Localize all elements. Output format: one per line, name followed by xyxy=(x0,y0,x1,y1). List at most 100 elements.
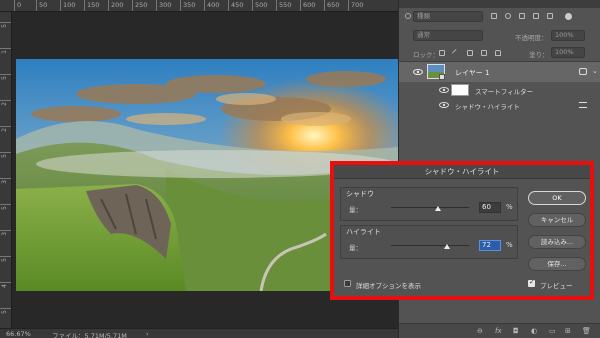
smart-filter-row[interactable]: スマートフィルター xyxy=(399,82,600,98)
show-more-options-label[interactable]: 詳細オプションを表示 xyxy=(356,280,421,290)
horizontal-ruler[interactable]: 0 50 100 150 200 250 300 350 400 450 500… xyxy=(0,0,398,12)
filter-kind-select[interactable]: 種類 xyxy=(413,11,483,22)
shadows-amount-input[interactable]: 60 xyxy=(479,202,501,213)
status-bar: 66.67% ファイル：5.71M/5.71M › xyxy=(0,328,398,338)
new-layer-icon[interactable]: ⊞ xyxy=(565,327,571,335)
ruler-tick: 2 xyxy=(0,126,11,132)
ruler-tick: 100 xyxy=(60,0,75,11)
vertical-ruler[interactable]: 5 1 5 2 2 5 3 5 3 5 4 5 xyxy=(0,12,12,328)
panel-tab-bar[interactable] xyxy=(399,0,600,8)
load-button[interactable]: 読み込み... xyxy=(528,235,586,249)
ruler-tick: 3 xyxy=(0,230,11,236)
type-filter-icon[interactable] xyxy=(519,13,525,19)
shadows-slider-thumb[interactable] xyxy=(434,206,441,211)
fill-label: 塗り： xyxy=(529,51,549,59)
opacity-label: 不透明度： xyxy=(515,34,548,42)
lock-transparency-icon[interactable] xyxy=(439,50,445,56)
lock-all-icon[interactable] xyxy=(495,50,501,56)
shape-filter-icon[interactable] xyxy=(533,13,539,19)
ruler-tick: 5 xyxy=(0,74,11,80)
save-button[interactable]: 保存... xyxy=(528,257,586,271)
ruler-tick: 5 xyxy=(0,256,11,262)
highlights-amount-slider[interactable] xyxy=(391,245,469,246)
smart-filter-label: スマートフィルター xyxy=(475,88,534,96)
filter-toggle-icon[interactable] xyxy=(565,13,572,20)
smart-filter-toggle-icon[interactable] xyxy=(579,68,587,75)
shadows-amount-label: 量： xyxy=(349,206,362,214)
cancel-button[interactable]: キャンセル xyxy=(528,213,586,227)
filter-effect-row[interactable]: シャドウ・ハイライト xyxy=(399,98,600,112)
eye-icon[interactable] xyxy=(413,69,423,75)
layer-row-layer-1[interactable]: レイヤー 1 ⌄ xyxy=(399,62,600,82)
lock-artboard-icon[interactable] xyxy=(481,50,487,56)
smart-filter-mask-thumbnail[interactable] xyxy=(451,84,469,96)
status-menu-arrow[interactable]: › xyxy=(146,330,149,338)
ok-button[interactable]: OK xyxy=(528,191,586,205)
fx-icon[interactable]: fx xyxy=(495,327,502,335)
ruler-tick: 2 xyxy=(0,100,11,106)
link-layers-icon[interactable]: ⊖ xyxy=(477,327,483,335)
ruler-tick: 350 xyxy=(180,0,195,11)
shadows-label: シャドウ xyxy=(346,190,374,198)
layer-name[interactable]: レイヤー 1 xyxy=(455,68,489,78)
shadows-group: シャドウ 量： 60 % xyxy=(340,187,518,221)
lock-label: ロック： xyxy=(413,51,439,59)
new-group-icon[interactable]: ▭ xyxy=(549,327,556,335)
ruler-tick: 150 xyxy=(84,0,99,11)
preview-label[interactable]: プレビュー xyxy=(540,280,573,290)
ruler-tick: 400 xyxy=(204,0,219,11)
blend-row: 通常 不透明度： 100% xyxy=(399,29,600,43)
highlights-slider-thumb[interactable] xyxy=(444,244,451,249)
lock-pixels-brush-icon[interactable] xyxy=(451,48,461,58)
opacity-field[interactable]: 100% xyxy=(551,30,585,41)
smart-object-filter-icon[interactable] xyxy=(547,13,553,19)
ruler-tick: 5 xyxy=(0,308,11,314)
layer-filter-row: 種類 xyxy=(399,10,600,26)
ruler-tick: 50 xyxy=(36,0,47,11)
trash-icon[interactable]: 🗑 xyxy=(582,327,591,335)
show-more-options-checkbox[interactable] xyxy=(344,280,351,287)
blend-mode-select[interactable]: 通常 xyxy=(413,30,483,41)
lock-row: ロック： 塗り： 100% xyxy=(399,46,600,60)
ruler-tick: 1 xyxy=(0,48,11,54)
smart-object-badge-icon xyxy=(439,74,445,80)
ruler-tick: 700 xyxy=(348,0,363,11)
image-filter-icon[interactable] xyxy=(491,13,497,19)
ruler-tick: 3 xyxy=(0,178,11,184)
adjustment-filter-icon[interactable] xyxy=(505,13,511,19)
highlights-percent-unit: % xyxy=(506,241,513,249)
ruler-tick: 600 xyxy=(300,0,315,11)
ruler-tick: 5 xyxy=(0,152,11,158)
shadows-percent-unit: % xyxy=(506,203,513,211)
collapse-arrow-icon[interactable]: ⌄ xyxy=(592,67,598,75)
highlights-label: ハイライト xyxy=(346,228,381,236)
ruler-tick: 300 xyxy=(156,0,171,11)
eye-icon[interactable] xyxy=(439,87,449,93)
zoom-level[interactable]: 66.67% xyxy=(6,330,31,338)
ruler-tick: 550 xyxy=(276,0,291,11)
ruler-tick: 500 xyxy=(252,0,267,11)
eye-icon[interactable] xyxy=(439,102,449,108)
preview-checkbox[interactable] xyxy=(528,278,535,287)
ruler-tick: 4 xyxy=(0,282,11,288)
lock-position-move-icon[interactable] xyxy=(467,50,473,56)
search-icon xyxy=(405,13,411,19)
add-mask-icon[interactable]: ◘ xyxy=(513,327,519,335)
adjustment-layer-icon[interactable]: ◐ xyxy=(531,327,537,335)
highlights-amount-label: 量： xyxy=(349,244,362,252)
ruler-tick: 650 xyxy=(324,0,339,11)
fill-field[interactable]: 100% xyxy=(551,47,585,58)
ruler-tick: 5 xyxy=(0,22,11,28)
ruler-tick: 250 xyxy=(132,0,147,11)
ruler-tick: 450 xyxy=(228,0,243,11)
layers-panel-footer: ⊖ fx ◘ ◐ ▭ ⊞ 🗑 xyxy=(399,323,600,338)
shadows-highlights-dialog: シャドウ・ハイライト シャドウ 量： 60 % ハイライト 量： 72 % OK… xyxy=(334,165,590,296)
ruler-tick: 5 xyxy=(0,204,11,210)
file-info: ファイル：5.71M/5.71M xyxy=(52,332,127,338)
shadows-amount-slider[interactable] xyxy=(391,207,469,208)
ruler-tick: 0 xyxy=(14,0,21,11)
highlights-amount-input[interactable]: 72 xyxy=(479,240,501,251)
dialog-title[interactable]: シャドウ・ハイライト xyxy=(334,165,590,179)
blending-options-icon[interactable] xyxy=(579,102,587,108)
ruler-tick: 200 xyxy=(108,0,123,11)
